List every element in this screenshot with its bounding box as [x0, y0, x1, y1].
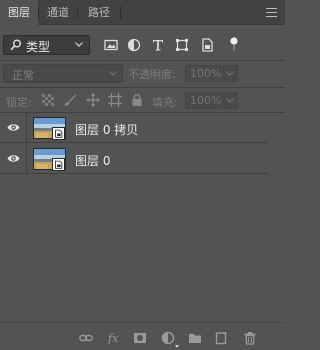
fill-value: 100% — [190, 94, 222, 107]
filter-type-label: 类型 — [26, 40, 51, 54]
blend-mode-label: 正常 — [12, 69, 34, 82]
eye-icon — [7, 124, 20, 131]
blend-mode-select[interactable]: 正常 — [3, 64, 123, 83]
lock-artboard-icon[interactable] — [108, 93, 122, 107]
panel-menu-icon[interactable] — [266, 8, 277, 17]
opacity-dropdown-button[interactable] — [222, 65, 238, 82]
tab-separator — [120, 6, 121, 19]
fill-dropdown-button[interactable] — [222, 92, 238, 109]
chevron-down-icon — [226, 71, 234, 76]
fill-label: 填充: — [152, 96, 178, 109]
divider — [0, 87, 285, 88]
new-group-icon[interactable] — [188, 331, 202, 345]
smart-object-badge-icon — [52, 158, 65, 171]
tab-layers[interactable]: 图层 — [0, 0, 38, 25]
layers-list: 图层 0 拷贝 图层 0 — [0, 113, 285, 323]
tab-channels[interactable]: 通道 — [39, 0, 77, 25]
layers-bottom-toolbar: fx — [0, 322, 285, 350]
eye-icon — [7, 155, 20, 162]
chevron-down-icon — [226, 98, 234, 103]
svg-text:fx: fx — [107, 332, 119, 345]
filter-type-select[interactable]: 类型 — [3, 35, 90, 55]
layer-name[interactable]: 图层 0 — [75, 152, 110, 169]
dropdown-indicator-icon — [175, 345, 179, 348]
shape-filter-icon[interactable] — [175, 38, 189, 52]
lock-transparent-pixels-icon[interactable] — [41, 93, 55, 107]
opacity-label: 不透明度: — [128, 68, 176, 81]
layers-panel: 图层 通道 路径 类型 正常 不透明度: 100% 锁定: 填充: 100% 图… — [0, 0, 285, 350]
adjustment-filter-icon[interactable] — [127, 38, 141, 52]
divider — [0, 60, 285, 61]
lock-label: 锁定: — [6, 96, 32, 109]
layer-style-icon[interactable]: fx — [107, 331, 121, 345]
link-layers-icon[interactable] — [79, 331, 93, 345]
visibility-toggle[interactable] — [0, 113, 27, 143]
layer-row[interactable]: 图层 0 — [0, 144, 268, 174]
chevron-down-icon — [109, 71, 117, 76]
tab-bar: 图层 通道 路径 — [0, 0, 285, 25]
opacity-value: 100% — [190, 67, 222, 80]
lock-position-icon[interactable] — [86, 93, 100, 107]
smart-object-badge-icon — [52, 127, 65, 140]
search-icon — [10, 39, 21, 51]
adjustment-layer-icon[interactable] — [161, 331, 175, 345]
layer-name[interactable]: 图层 0 拷贝 — [75, 121, 138, 138]
tab-paths[interactable]: 路径 — [78, 0, 120, 25]
layer-row[interactable]: 图层 0 拷贝 — [0, 113, 268, 143]
chevron-down-icon — [75, 42, 83, 47]
pixel-filter-icon[interactable] — [104, 38, 118, 52]
add-mask-icon[interactable] — [133, 331, 147, 345]
opacity-field[interactable]: 100% — [185, 65, 221, 82]
smart-object-filter-icon[interactable] — [200, 38, 214, 52]
fill-field[interactable]: 100% — [185, 92, 221, 109]
type-filter-icon[interactable] — [151, 38, 165, 52]
lock-image-pixels-icon[interactable] — [63, 93, 77, 107]
lock-all-icon[interactable] — [130, 93, 144, 107]
visibility-toggle[interactable] — [0, 144, 27, 174]
filter-toggle-icon[interactable] — [230, 36, 238, 52]
new-layer-icon[interactable] — [215, 331, 229, 345]
delete-layer-icon[interactable] — [243, 331, 257, 345]
